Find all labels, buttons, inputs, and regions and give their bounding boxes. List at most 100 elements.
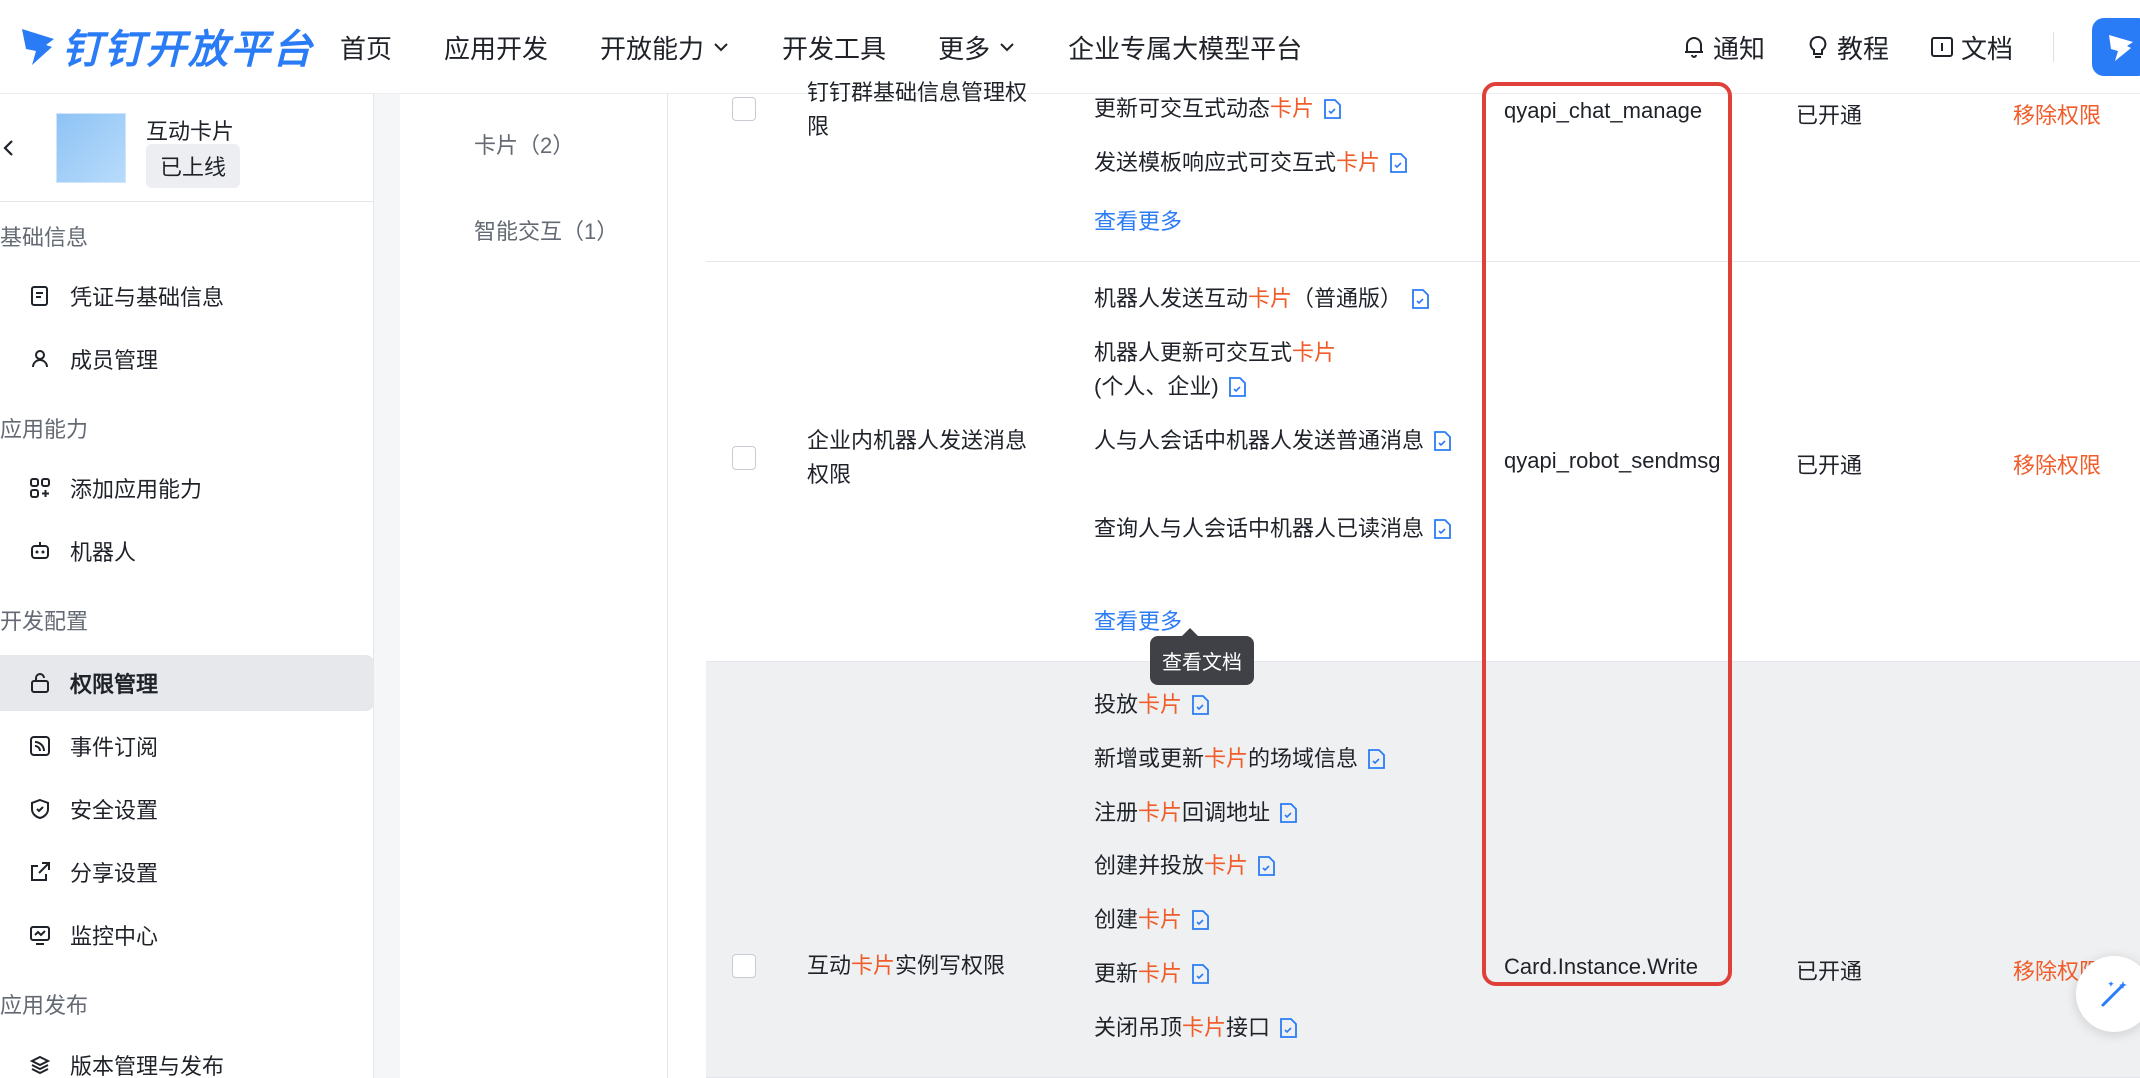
permission-status: 已开通 xyxy=(1796,103,1863,128)
sidebar-item-version[interactable]: 版本管理与发布 xyxy=(0,1037,374,1078)
app-name: 互动卡片 xyxy=(146,119,235,144)
nav-dev-tools[interactable]: 开发工具 xyxy=(782,29,886,66)
nav-right: 通知 教程 文档 xyxy=(1681,0,2140,94)
lightbulb-icon xyxy=(1809,36,1827,58)
category-smart-interaction[interactable]: 智能交互（1） xyxy=(474,214,618,246)
book-icon xyxy=(1930,37,1953,57)
chevron-down-icon xyxy=(714,43,728,52)
back-arrow-icon[interactable] xyxy=(0,136,20,160)
member-icon xyxy=(32,350,48,368)
permission-status: 已开通 xyxy=(1796,959,1863,984)
api-item[interactable]: 创建 卡片 xyxy=(1094,903,1454,937)
api-item[interactable]: 人与人会话中机器人发送普通消息 xyxy=(1094,424,1454,458)
dingtalk-avatar-icon xyxy=(2109,35,2133,61)
permission-code: qyapi_robot_sendmsg xyxy=(1504,448,1721,473)
api-item[interactable]: 更新 卡片 xyxy=(1094,957,1454,991)
doc-icon[interactable] xyxy=(1278,802,1298,824)
sidebar-item-events[interactable]: 事件订阅 xyxy=(0,718,374,774)
lock-icon xyxy=(31,673,49,693)
nav-home[interactable]: 首页 xyxy=(340,29,392,66)
api-item[interactable]: 投放 卡片 xyxy=(1094,688,1454,722)
table-row: 互动卡片实例写权限 投放 卡片 新增或更新 卡片 的场域信息 注册 卡片 回调地址 创建并… xyxy=(706,662,2140,1078)
table-row: 企业内机器人发送消息 权限 机器人发送互动 卡片 （普通版） 机器人更新可交互式 卡片… xyxy=(706,262,2140,662)
row-checkbox[interactable] xyxy=(732,446,756,470)
sidebar-item-permissions[interactable]: 权限管理 xyxy=(0,655,374,711)
api-item[interactable]: 更新可交互式动态 卡片 xyxy=(1094,92,1454,126)
dingtalk-logo-icon xyxy=(22,29,54,65)
monitor-icon xyxy=(30,926,50,945)
sidebar-item-security[interactable]: 安全设置 xyxy=(0,781,374,837)
nav-more[interactable]: 更多 xyxy=(938,29,1016,66)
category-card[interactable]: 卡片（2） xyxy=(474,128,574,160)
group-dev-config: 开发配置 xyxy=(0,609,89,634)
permission-name: 企业内机器人发送消息 权限 xyxy=(807,428,1028,487)
magic-wand-icon xyxy=(2101,981,2127,1007)
notify-link[interactable]: 通知 xyxy=(1681,29,1765,66)
doc-icon[interactable] xyxy=(1190,963,1210,985)
remove-permission-button[interactable]: 移除权限 xyxy=(2013,98,2101,130)
sidebar-item-members[interactable]: 成员管理 xyxy=(0,331,374,387)
sidebar-item-share[interactable]: 分享设置 xyxy=(0,844,374,900)
sidebar-item-credentials[interactable]: 凭证与基础信息 xyxy=(0,268,374,324)
api-item[interactable]: 机器人更新可交互式 卡片 (个人、企业) xyxy=(1094,336,1454,404)
doc-icon[interactable] xyxy=(1322,98,1342,120)
add-capability-icon xyxy=(30,478,50,498)
doc-icon[interactable] xyxy=(1410,288,1430,310)
nav-divider xyxy=(2053,32,2054,62)
row-checkbox[interactable] xyxy=(732,954,756,978)
doc-icon[interactable] xyxy=(1227,376,1247,398)
shield-icon xyxy=(31,798,49,820)
docs-link[interactable]: 文档 xyxy=(1929,29,2013,66)
group-publish: 应用发布 xyxy=(0,993,89,1018)
credential-icon xyxy=(31,286,48,306)
brand-logo[interactable]: 钉钉开放平台 xyxy=(18,16,314,76)
nav-open-capability[interactable]: 开放能力 xyxy=(600,29,730,66)
permission-status: 已开通 xyxy=(1796,453,1863,478)
doc-icon[interactable] xyxy=(1388,152,1408,174)
doc-icon[interactable] xyxy=(1256,855,1276,877)
doc-icon[interactable] xyxy=(1278,1017,1298,1039)
content-gutter xyxy=(374,94,400,1078)
share-icon xyxy=(31,862,50,881)
permission-name: 钉钉群基础信息管理权 限 xyxy=(807,80,1028,139)
tutorial-link[interactable]: 教程 xyxy=(1805,29,1889,66)
view-more-link[interactable]: 查看更多 xyxy=(1094,604,1182,636)
row-checkbox[interactable] xyxy=(732,97,756,121)
doc-icon[interactable] xyxy=(1432,430,1452,452)
brand-name: 钉钉开放平台 xyxy=(62,28,314,72)
group-basic: 基础信息 xyxy=(0,225,89,250)
app-header: 互动卡片 已上线 xyxy=(0,94,374,202)
api-item[interactable]: 查询人与人会话中机器人已读消息 xyxy=(1094,512,1454,546)
api-item[interactable]: 发送模板响应式可交互式 卡片 xyxy=(1094,146,1454,180)
user-avatar[interactable] xyxy=(2092,18,2140,76)
app-status-badge: 已上线 xyxy=(146,144,241,188)
api-item[interactable]: 机器人发送互动 卡片 （普通版） xyxy=(1094,282,1454,316)
nav-app-dev[interactable]: 应用开发 xyxy=(444,29,548,66)
api-item[interactable]: 新增或更新 卡片 的场域信息 xyxy=(1094,742,1454,776)
group-capability: 应用能力 xyxy=(0,417,89,442)
rss-icon xyxy=(30,736,50,756)
permission-code: Card.Instance.Write xyxy=(1504,954,1699,979)
doc-icon[interactable] xyxy=(1190,694,1210,716)
table-row: 钉钉群基础信息管理权 限 更新可交互式动态 卡片 发送模板响应式可交互式 卡片 查看… xyxy=(706,80,2140,262)
doc-icon[interactable] xyxy=(1190,909,1210,931)
view-more-link[interactable]: 查看更多 xyxy=(1094,204,1182,236)
chevron-down-icon xyxy=(1000,43,1014,52)
doc-icon[interactable] xyxy=(1432,518,1452,540)
sidebar-item-robot[interactable]: 机器人 xyxy=(0,523,374,579)
remove-permission-button[interactable]: 移除权限 xyxy=(2013,448,2101,480)
api-item[interactable]: 创建并投放 卡片 xyxy=(1094,849,1454,883)
sidebar-item-add-capability[interactable]: 添加应用能力 xyxy=(0,460,374,516)
permission-category-list: 卡片（2） 智能交互（1） xyxy=(400,94,668,1078)
nav-llm-platform[interactable]: 企业专属大模型平台 xyxy=(1068,29,1302,66)
permission-code: qyapi_chat_manage xyxy=(1504,98,1703,123)
api-item[interactable]: 关闭吊顶 卡片 接口 xyxy=(1094,1011,1454,1045)
doc-icon[interactable] xyxy=(1366,748,1386,770)
top-nav: 钉钉开放平台 首页 应用开发 开放能力 开发工具 更多 企业专属大模型平台 通知… xyxy=(0,0,2140,94)
sidebar: 互动卡片 已上线 基础信息 凭证与基础信息 成员管理 应用能力 添加应用能力 机… xyxy=(0,94,374,1078)
api-item[interactable]: 注册 卡片 回调地址 xyxy=(1094,796,1454,830)
permission-table: 钉钉群基础信息管理权 限 更新可交互式动态 卡片 发送模板响应式可交互式 卡片 查看… xyxy=(706,80,2140,1078)
bell-icon xyxy=(1684,37,1703,58)
robot-icon xyxy=(31,542,49,559)
sidebar-item-monitor[interactable]: 监控中心 xyxy=(0,907,374,963)
